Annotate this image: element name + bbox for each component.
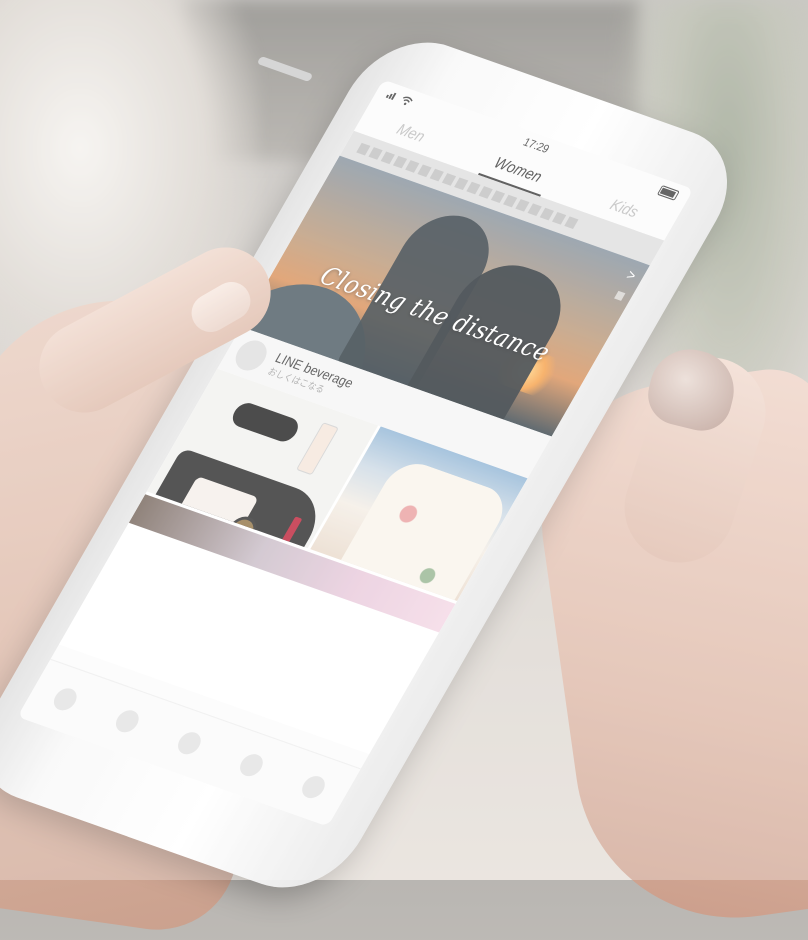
phone-speaker [256, 55, 314, 83]
placeholder-block [380, 151, 395, 165]
placeholder-block [466, 181, 481, 195]
wifi-icon [403, 96, 413, 105]
placeholder-block [564, 216, 579, 229]
placeholder-block [368, 147, 383, 160]
placeholder-block [527, 203, 542, 217]
placeholder-block [539, 207, 554, 221]
placeholder-block [405, 160, 420, 173]
placeholder-block [356, 142, 371, 156]
placeholder-block [552, 212, 567, 225]
placeholder-block [429, 168, 444, 182]
nav-item-2[interactable] [111, 707, 143, 735]
placeholder-block [417, 164, 432, 178]
placeholder-block [478, 186, 493, 199]
placeholder-block [441, 173, 457, 186]
sunglasses-image [228, 400, 303, 445]
chevron-right-icon[interactable]: > [624, 266, 640, 284]
avatar [229, 336, 273, 375]
placeholder-block [503, 194, 518, 208]
status-time: 17:29 [520, 136, 552, 157]
nav-item-3[interactable] [173, 729, 205, 757]
phone-screen: 17:29 Men Women Kids Closing the distanc… [17, 79, 694, 827]
hero-indicator [614, 290, 626, 301]
placeholder-block [392, 155, 408, 169]
signal-icon [385, 92, 397, 100]
placeholder-block [515, 199, 530, 212]
perfume-bottle-image [295, 422, 340, 476]
status-icons-left [385, 89, 414, 106]
nav-item-1[interactable] [49, 685, 81, 714]
battery-icon [656, 185, 680, 201]
nav-item-5[interactable] [297, 773, 329, 801]
nav-item-4[interactable] [235, 751, 267, 779]
placeholder-block [454, 177, 469, 191]
placeholder-block [490, 190, 506, 204]
